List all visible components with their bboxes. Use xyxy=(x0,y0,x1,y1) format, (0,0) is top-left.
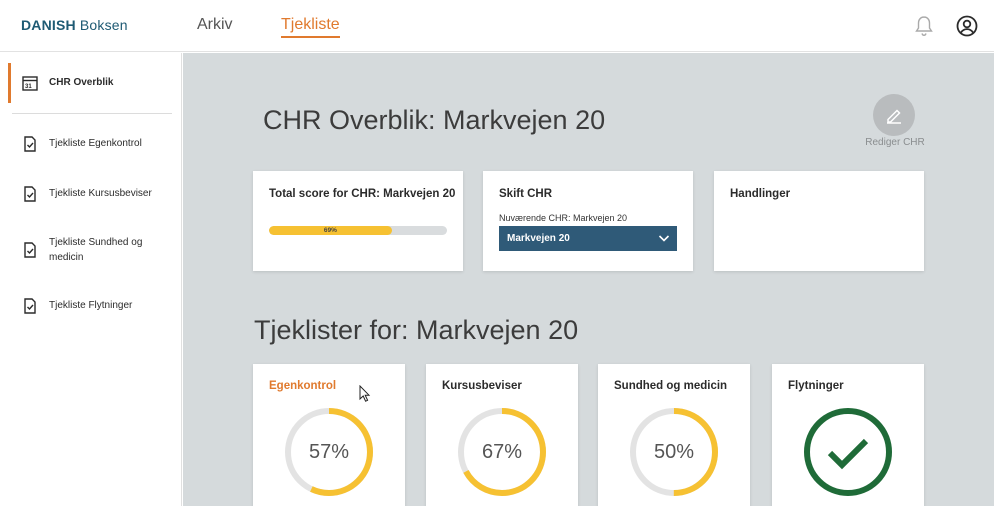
svg-text:31: 31 xyxy=(25,84,32,90)
chr-select-value: Markvejen 20 xyxy=(507,233,570,244)
mouse-cursor-icon xyxy=(359,385,371,402)
complete-ring xyxy=(804,408,892,496)
checklist-title[interactable]: Sundhed og medicin xyxy=(614,380,727,392)
checkmark-icon xyxy=(827,438,869,470)
total-score-card: Total score for CHR: Markvejen 20 69% xyxy=(253,171,463,271)
section-title: Tjeklister for: Markvejen 20 xyxy=(254,315,579,345)
sidebar-item-label: CHR Overblik xyxy=(49,77,114,88)
progress-ring-label: 50% xyxy=(653,441,695,463)
switch-chr-card: Skift CHR Nuværende CHR: Markvejen 20 Ma… xyxy=(483,171,693,271)
chr-select[interactable]: Markvejen 20 xyxy=(499,226,677,251)
bell-icon[interactable] xyxy=(914,15,934,37)
user-icon[interactable] xyxy=(956,15,978,37)
current-chr-label: Nuværende CHR: Markvejen 20 xyxy=(499,213,628,223)
progress-ring-label: 57% xyxy=(308,441,350,463)
checklist-card-egenkontrol[interactable]: Egenkontrol 57% xyxy=(253,364,405,506)
sidebar-divider xyxy=(12,113,172,114)
progress-ring-label: 67% xyxy=(481,441,523,463)
sidebar-item-label: Tjekliste Egenkontrol xyxy=(49,138,142,149)
page-title: CHR Overblik: Markvejen 20 xyxy=(263,105,606,135)
checklist-title[interactable]: Egenkontrol xyxy=(269,380,336,392)
card-title: Skift CHR xyxy=(499,188,553,200)
top-bar: DANISH Boksen Arkiv Tjekliste xyxy=(0,0,994,52)
checklist-title[interactable]: Flytninger xyxy=(788,380,844,392)
edit-chr-label[interactable]: Rediger CHR xyxy=(857,137,933,148)
sidebar-item-label: Tjekliste Flytninger xyxy=(49,300,133,311)
card-title: Handlinger xyxy=(730,188,791,200)
document-check-icon xyxy=(24,298,36,314)
logo-brand: DANISH xyxy=(21,17,76,33)
sidebar-item-label: Tjekliste Sundhed og medicin xyxy=(49,237,143,263)
app-logo[interactable]: DANISH Boksen xyxy=(21,17,128,33)
sidebar-item-egenkontrol[interactable]: Tjekliste Egenkontrol xyxy=(0,136,182,152)
pencil-icon xyxy=(887,109,901,124)
main-content: CHR Overblik: Markvejen 20 Rediger CHR T… xyxy=(183,53,994,506)
nav-tjekliste[interactable]: Tjekliste xyxy=(281,16,340,38)
checklist-card-sundhed[interactable]: Sundhed og medicin 50% xyxy=(598,364,750,506)
edit-chr-button[interactable] xyxy=(873,94,915,136)
checklist-title[interactable]: Kursusbeviser xyxy=(442,380,522,392)
progress-label: 69% xyxy=(323,227,337,234)
checklist-card-flytninger[interactable]: Flytninger xyxy=(772,364,924,506)
checklist-card-kursusbeviser[interactable]: Kursusbeviser 67% xyxy=(426,364,578,506)
nav-arkiv[interactable]: Arkiv xyxy=(197,16,233,34)
score-progress-bar: 69% xyxy=(269,226,447,235)
calendar-icon: 31 xyxy=(22,76,38,91)
sidebar: 31 CHR Overblik Tjekliste Egenkontrol Tj… xyxy=(0,53,182,506)
sidebar-item-chr-overblik[interactable]: 31 CHR Overblik xyxy=(0,75,182,91)
card-title: Total score for CHR: Markvejen 20 xyxy=(269,188,456,200)
document-check-icon xyxy=(24,186,36,202)
document-check-icon xyxy=(24,242,36,258)
sidebar-item-flytninger[interactable]: Tjekliste Flytninger xyxy=(0,298,182,314)
actions-card: Handlinger xyxy=(714,171,924,271)
sidebar-item-sundhed[interactable]: Tjekliste Sundhed og medicin xyxy=(0,235,182,265)
sidebar-item-label: Tjekliste Kursusbeviser xyxy=(49,188,152,199)
document-check-icon xyxy=(24,136,36,152)
sidebar-item-kursusbeviser[interactable]: Tjekliste Kursusbeviser xyxy=(0,186,182,202)
chevron-down-icon xyxy=(658,235,670,242)
logo-product: Boksen xyxy=(79,17,128,33)
